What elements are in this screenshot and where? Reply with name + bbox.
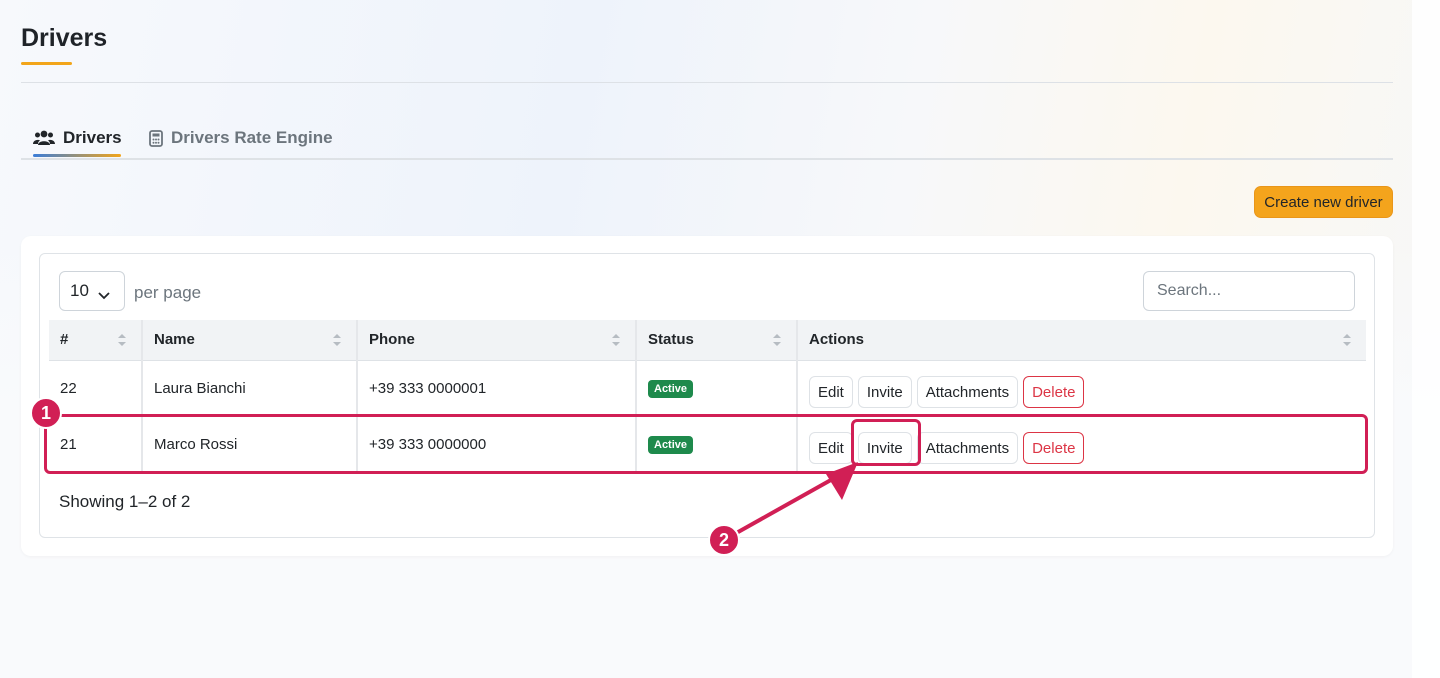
tab-drivers-label: Drivers: [63, 128, 122, 147]
row-actions: Edit Invite Attachments Delete: [809, 376, 1355, 408]
title-divider: [21, 82, 1393, 83]
table-row: 21 Marco Rossi +39 333 0000000 Active Ed…: [49, 416, 1366, 473]
row-actions: Edit Invite Attachments Delete: [809, 432, 1355, 464]
cell-actions: Edit Invite Attachments Delete: [797, 416, 1366, 473]
edit-button[interactable]: Edit: [809, 432, 853, 464]
drivers-table: # Name Phone Status Actions 22 Laura Bia…: [49, 320, 1366, 473]
column-header-status[interactable]: Status: [636, 320, 798, 361]
scrollbar-track: [1412, 0, 1440, 678]
status-badge: Active: [648, 435, 694, 454]
title-underline: [21, 62, 72, 65]
edit-button[interactable]: Edit: [809, 376, 853, 408]
status-badge: Active: [648, 379, 694, 398]
cell-actions: Edit Invite Attachments Delete: [797, 360, 1366, 417]
step-marker-2: 2: [708, 524, 740, 556]
table-row: 22 Laura Bianchi +39 333 0000001 Active …: [49, 360, 1366, 417]
column-header-name[interactable]: Name: [142, 320, 358, 361]
sort-icon: [1343, 334, 1351, 346]
tab-rate-engine-label: Drivers Rate Engine: [171, 128, 333, 147]
attachments-button[interactable]: Attachments: [916, 432, 1019, 464]
delete-button[interactable]: Delete: [1023, 376, 1085, 408]
column-header-phone[interactable]: Phone: [357, 320, 637, 361]
step-marker-1: 1: [30, 397, 62, 429]
page-title: Drivers: [21, 24, 108, 52]
users-icon: [33, 130, 55, 146]
create-new-driver-button[interactable]: Create new driver: [1254, 186, 1393, 218]
attachments-button[interactable]: Attachments: [916, 376, 1019, 408]
cell-name: Laura Bianchi: [142, 360, 358, 417]
delete-button[interactable]: Delete: [1023, 432, 1085, 464]
cell-id: 22: [49, 360, 143, 417]
per-page-value: 10: [70, 281, 89, 300]
cell-phone: +39 333 0000000: [357, 416, 637, 473]
per-page-select[interactable]: 10: [59, 271, 125, 311]
column-header-id[interactable]: #: [49, 320, 143, 361]
sort-icon: [118, 334, 126, 346]
invite-button[interactable]: Invite: [857, 376, 912, 408]
search-input[interactable]: [1143, 271, 1355, 311]
cell-name: Marco Rossi: [142, 416, 358, 473]
column-header-actions[interactable]: Actions: [797, 320, 1366, 361]
sort-icon: [612, 334, 620, 346]
pagination-info: Showing 1–2 of 2: [59, 492, 191, 511]
cell-id: 21: [49, 416, 143, 473]
cell-status: Active: [636, 360, 798, 417]
sort-icon: [773, 334, 781, 346]
invite-button[interactable]: Invite: [857, 432, 912, 464]
cell-status: Active: [636, 416, 798, 473]
tab-drivers[interactable]: Drivers: [33, 118, 122, 158]
tab-drivers-rate-engine[interactable]: Drivers Rate Engine: [149, 118, 333, 158]
sort-icon: [333, 334, 341, 346]
table-header-row: # Name Phone Status Actions: [49, 320, 1366, 361]
calculator-icon: [149, 129, 163, 147]
active-tab-indicator: [33, 154, 121, 157]
chevron-down-icon: [98, 285, 110, 305]
cell-phone: +39 333 0000001: [357, 360, 637, 417]
tab-bar: Drivers Drivers Rate Engine: [21, 112, 1393, 160]
per-page-label: per page: [134, 283, 202, 302]
